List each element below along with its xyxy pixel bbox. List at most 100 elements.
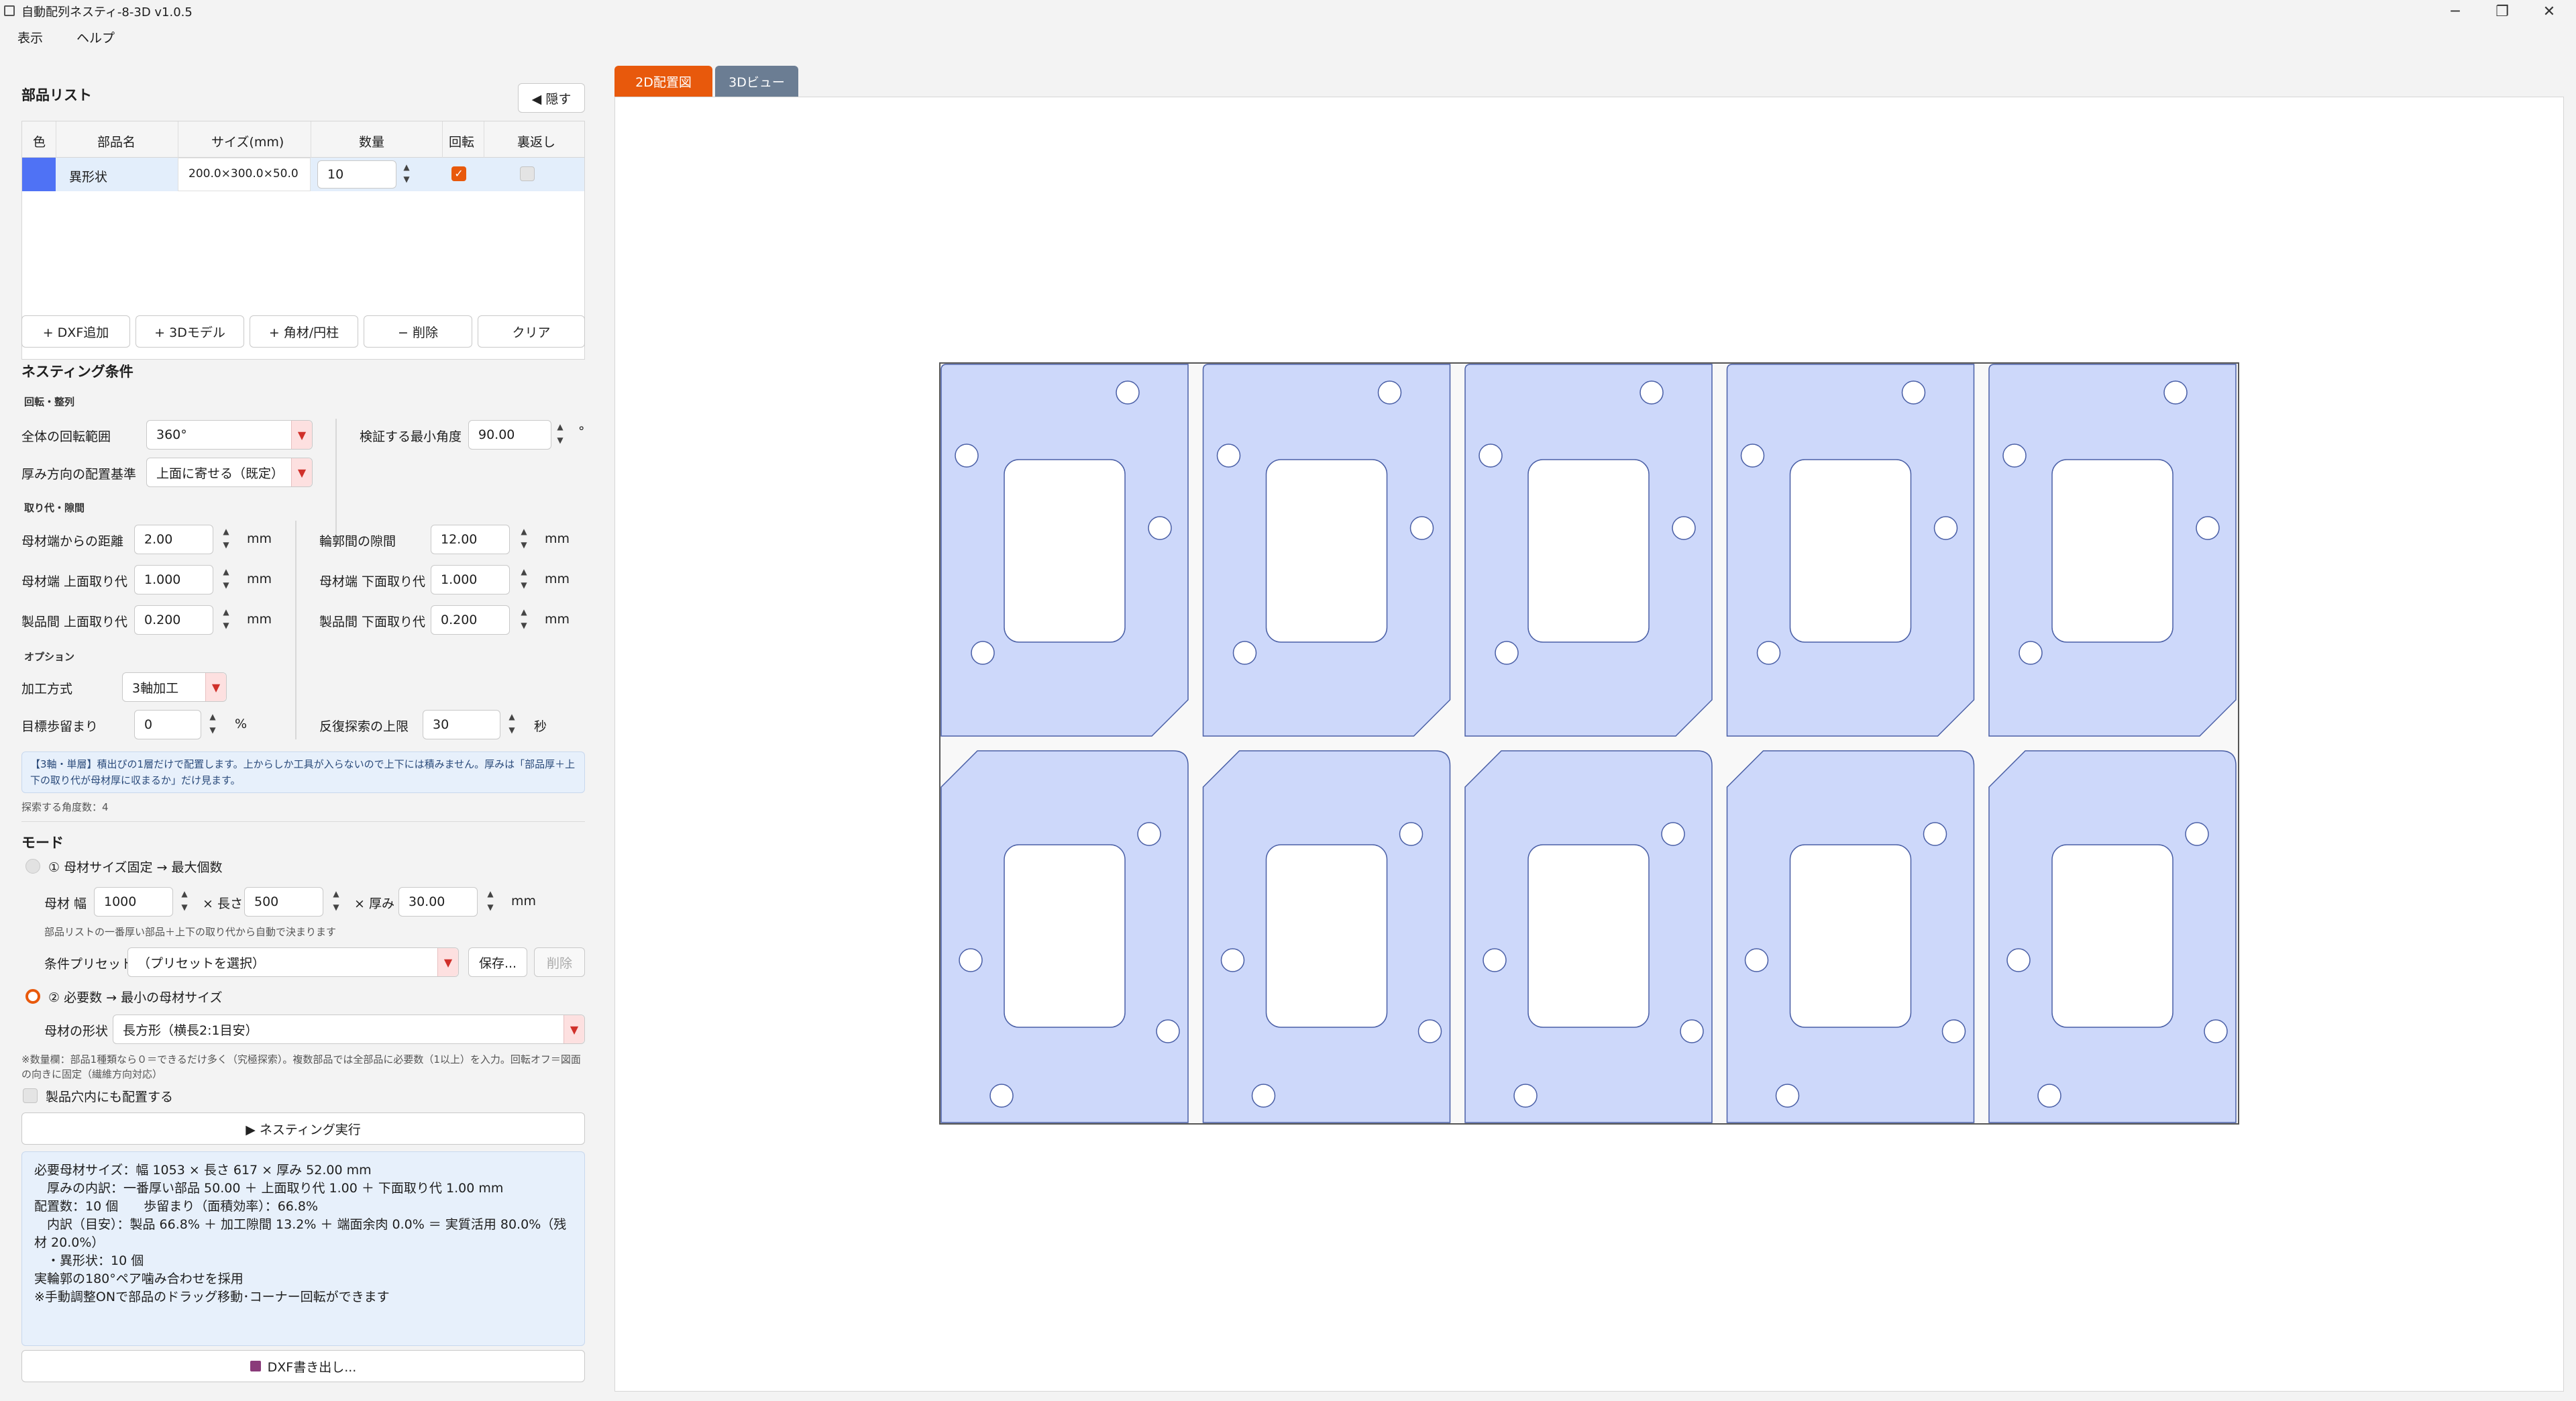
thickness-select[interactable]: 上面に寄せる（既定） ▼ bbox=[146, 458, 313, 487]
table-row[interactable]: 異形状 200.0×300.0×50.0 10 ▲ ▼ ✓ bbox=[22, 158, 584, 191]
prod-bottom-input[interactable]: 0.200 bbox=[431, 605, 510, 635]
search-limit-input[interactable]: 30 bbox=[423, 710, 500, 739]
layout-canvas[interactable] bbox=[614, 97, 2564, 1392]
part-hole bbox=[2204, 1019, 2228, 1043]
nesting-diagram bbox=[939, 362, 2239, 1125]
prod-bottom-up-icon[interactable]: ▲ bbox=[517, 607, 531, 617]
preset-select[interactable]: （プリセットを選択） ▼ bbox=[127, 947, 459, 977]
part-hole bbox=[1479, 444, 1503, 468]
min-angle-input[interactable]: 90.00 bbox=[468, 420, 551, 450]
yield-input[interactable]: 0 bbox=[134, 710, 201, 739]
chevron-down-icon: ▼ bbox=[564, 1015, 584, 1043]
min-angle-up-icon[interactable]: ▲ bbox=[553, 421, 568, 432]
clear-button[interactable]: クリア bbox=[478, 315, 585, 348]
prod-top-down-icon[interactable]: ▼ bbox=[219, 620, 233, 631]
stock-length-input[interactable]: 500 bbox=[244, 887, 323, 917]
nested-part[interactable] bbox=[941, 750, 1189, 1123]
stock-width-up-icon[interactable]: ▲ bbox=[177, 888, 192, 899]
nested-part[interactable] bbox=[941, 364, 1189, 737]
mode1-label[interactable]: ① 母材サイズ固定 → 最大個数 bbox=[48, 858, 223, 876]
part-qty-input[interactable]: 10 bbox=[317, 160, 396, 189]
rot-range-select[interactable]: 360° ▼ bbox=[146, 420, 313, 450]
nested-part[interactable] bbox=[1464, 364, 1713, 737]
rotate-checkbox[interactable]: ✓ bbox=[451, 166, 466, 181]
restore-icon[interactable]: ❐ bbox=[2482, 0, 2522, 23]
mode2-radio[interactable] bbox=[25, 989, 40, 1004]
nested-part[interactable] bbox=[1202, 750, 1451, 1123]
run-nesting-button[interactable]: ▶ ネスティング実行 bbox=[21, 1112, 585, 1145]
stock-thick-input[interactable]: 30.00 bbox=[398, 887, 478, 917]
search-up-icon[interactable]: ▲ bbox=[504, 711, 519, 722]
edge-top-down-icon[interactable]: ▼ bbox=[219, 580, 233, 590]
add-dxf-button[interactable]: + DXF追加 bbox=[21, 315, 130, 348]
window-title: 自動配列ネスティ-8-3D v1.0.5 bbox=[21, 5, 193, 19]
nested-part[interactable] bbox=[1988, 364, 2237, 737]
preset-save-button[interactable]: 保存... bbox=[468, 947, 527, 977]
nested-part[interactable] bbox=[1726, 750, 1975, 1123]
tab-2d-layout[interactable]: 2D配置図 bbox=[614, 66, 712, 97]
edge-top-up-icon[interactable]: ▲ bbox=[219, 566, 233, 577]
contour-gap-unit: mm bbox=[545, 531, 570, 546]
edge-dist-label: 母材端からの距離 bbox=[21, 534, 124, 549]
stock-thick-up-icon[interactable]: ▲ bbox=[483, 888, 498, 899]
flip-checkbox[interactable] bbox=[520, 166, 535, 181]
dxf-export-button[interactable]: DXF書き出し... bbox=[21, 1350, 585, 1382]
edge-bottom-input[interactable]: 1.000 bbox=[431, 565, 510, 594]
process-select[interactable]: 3軸加工 ▼ bbox=[122, 672, 227, 702]
delete-part-button[interactable]: − 削除 bbox=[364, 315, 472, 348]
edge-bottom-up-icon[interactable]: ▲ bbox=[517, 566, 531, 577]
search-down-icon[interactable]: ▼ bbox=[504, 725, 519, 735]
rot-range-label: 全体の回転範囲 bbox=[21, 429, 111, 444]
prod-top-up-icon[interactable]: ▲ bbox=[219, 607, 233, 617]
stock-length-up-icon[interactable]: ▲ bbox=[329, 888, 343, 899]
mode1-radio[interactable] bbox=[25, 859, 40, 874]
part-hole bbox=[1744, 948, 1769, 972]
edge-top-label: 母材端 上面取り代 bbox=[21, 574, 128, 589]
stock-width-down-icon[interactable]: ▼ bbox=[177, 902, 192, 913]
edge-dist-down-icon[interactable]: ▼ bbox=[219, 539, 233, 550]
min-angle-down-icon[interactable]: ▼ bbox=[553, 435, 568, 446]
hide-panel-button[interactable]: ◀ 隠す bbox=[518, 83, 585, 113]
menu-help[interactable]: ヘルプ bbox=[76, 28, 115, 46]
minimize-icon[interactable]: ─ bbox=[2435, 0, 2475, 23]
holes-checkbox[interactable] bbox=[23, 1088, 38, 1103]
prod-top-unit: mm bbox=[247, 612, 272, 627]
yield-up-icon[interactable]: ▲ bbox=[205, 711, 220, 722]
prod-bottom-down-icon[interactable]: ▼ bbox=[517, 620, 531, 631]
contour-gap-down-icon[interactable]: ▼ bbox=[517, 539, 531, 550]
part-hole bbox=[2037, 1084, 2061, 1108]
qty-up-icon[interactable]: ▲ bbox=[399, 162, 414, 172]
nested-part[interactable] bbox=[1464, 750, 1713, 1123]
contour-gap-input[interactable]: 12.00 bbox=[431, 525, 510, 554]
edge-dist-input[interactable]: 2.00 bbox=[134, 525, 213, 554]
mode2-label[interactable]: ② 必要数 → 最小の母材サイズ bbox=[48, 988, 223, 1006]
part-hole bbox=[955, 444, 979, 468]
edge-dist-up-icon[interactable]: ▲ bbox=[219, 526, 233, 537]
search-limit-label: 反復探索の上限 bbox=[319, 719, 409, 734]
chevron-down-icon: ▼ bbox=[291, 421, 312, 449]
edge-bottom-down-icon[interactable]: ▼ bbox=[517, 580, 531, 590]
prod-top-input[interactable]: 0.200 bbox=[134, 605, 213, 635]
tab-3d-view[interactable]: 3Dビュー bbox=[715, 66, 798, 97]
result-line: 実輪郭の180°ペア噛み合わせを採用 bbox=[34, 1272, 244, 1286]
stock-thick-down-icon[interactable]: ▼ bbox=[483, 902, 498, 913]
part-hole bbox=[1137, 822, 1161, 846]
stock-width-input[interactable]: 1000 bbox=[94, 887, 173, 917]
qty-down-icon[interactable]: ▼ bbox=[399, 174, 414, 185]
stock-shape-select[interactable]: 長方形（横長2:1目安） ▼ bbox=[113, 1015, 585, 1044]
col-rotate: 回転 bbox=[449, 135, 475, 150]
close-icon[interactable]: ✕ bbox=[2529, 0, 2569, 23]
holes-label[interactable]: 製品穴内にも配置する bbox=[46, 1087, 173, 1105]
part-hole bbox=[2185, 822, 2209, 846]
edge-top-input[interactable]: 1.000 bbox=[134, 565, 213, 594]
contour-gap-up-icon[interactable]: ▲ bbox=[517, 526, 531, 537]
yield-down-icon[interactable]: ▼ bbox=[205, 725, 220, 735]
nested-part[interactable] bbox=[1988, 750, 2237, 1123]
add-3d-model-button[interactable]: + 3Dモデル bbox=[136, 315, 244, 348]
nested-part[interactable] bbox=[1726, 364, 1975, 737]
menu-view[interactable]: 表示 bbox=[17, 28, 43, 46]
preset-delete-button[interactable]: 削除 bbox=[534, 947, 585, 977]
stock-length-down-icon[interactable]: ▼ bbox=[329, 902, 343, 913]
add-stock-button[interactable]: + 角材/円柱 bbox=[250, 315, 358, 348]
nested-part[interactable] bbox=[1202, 364, 1451, 737]
